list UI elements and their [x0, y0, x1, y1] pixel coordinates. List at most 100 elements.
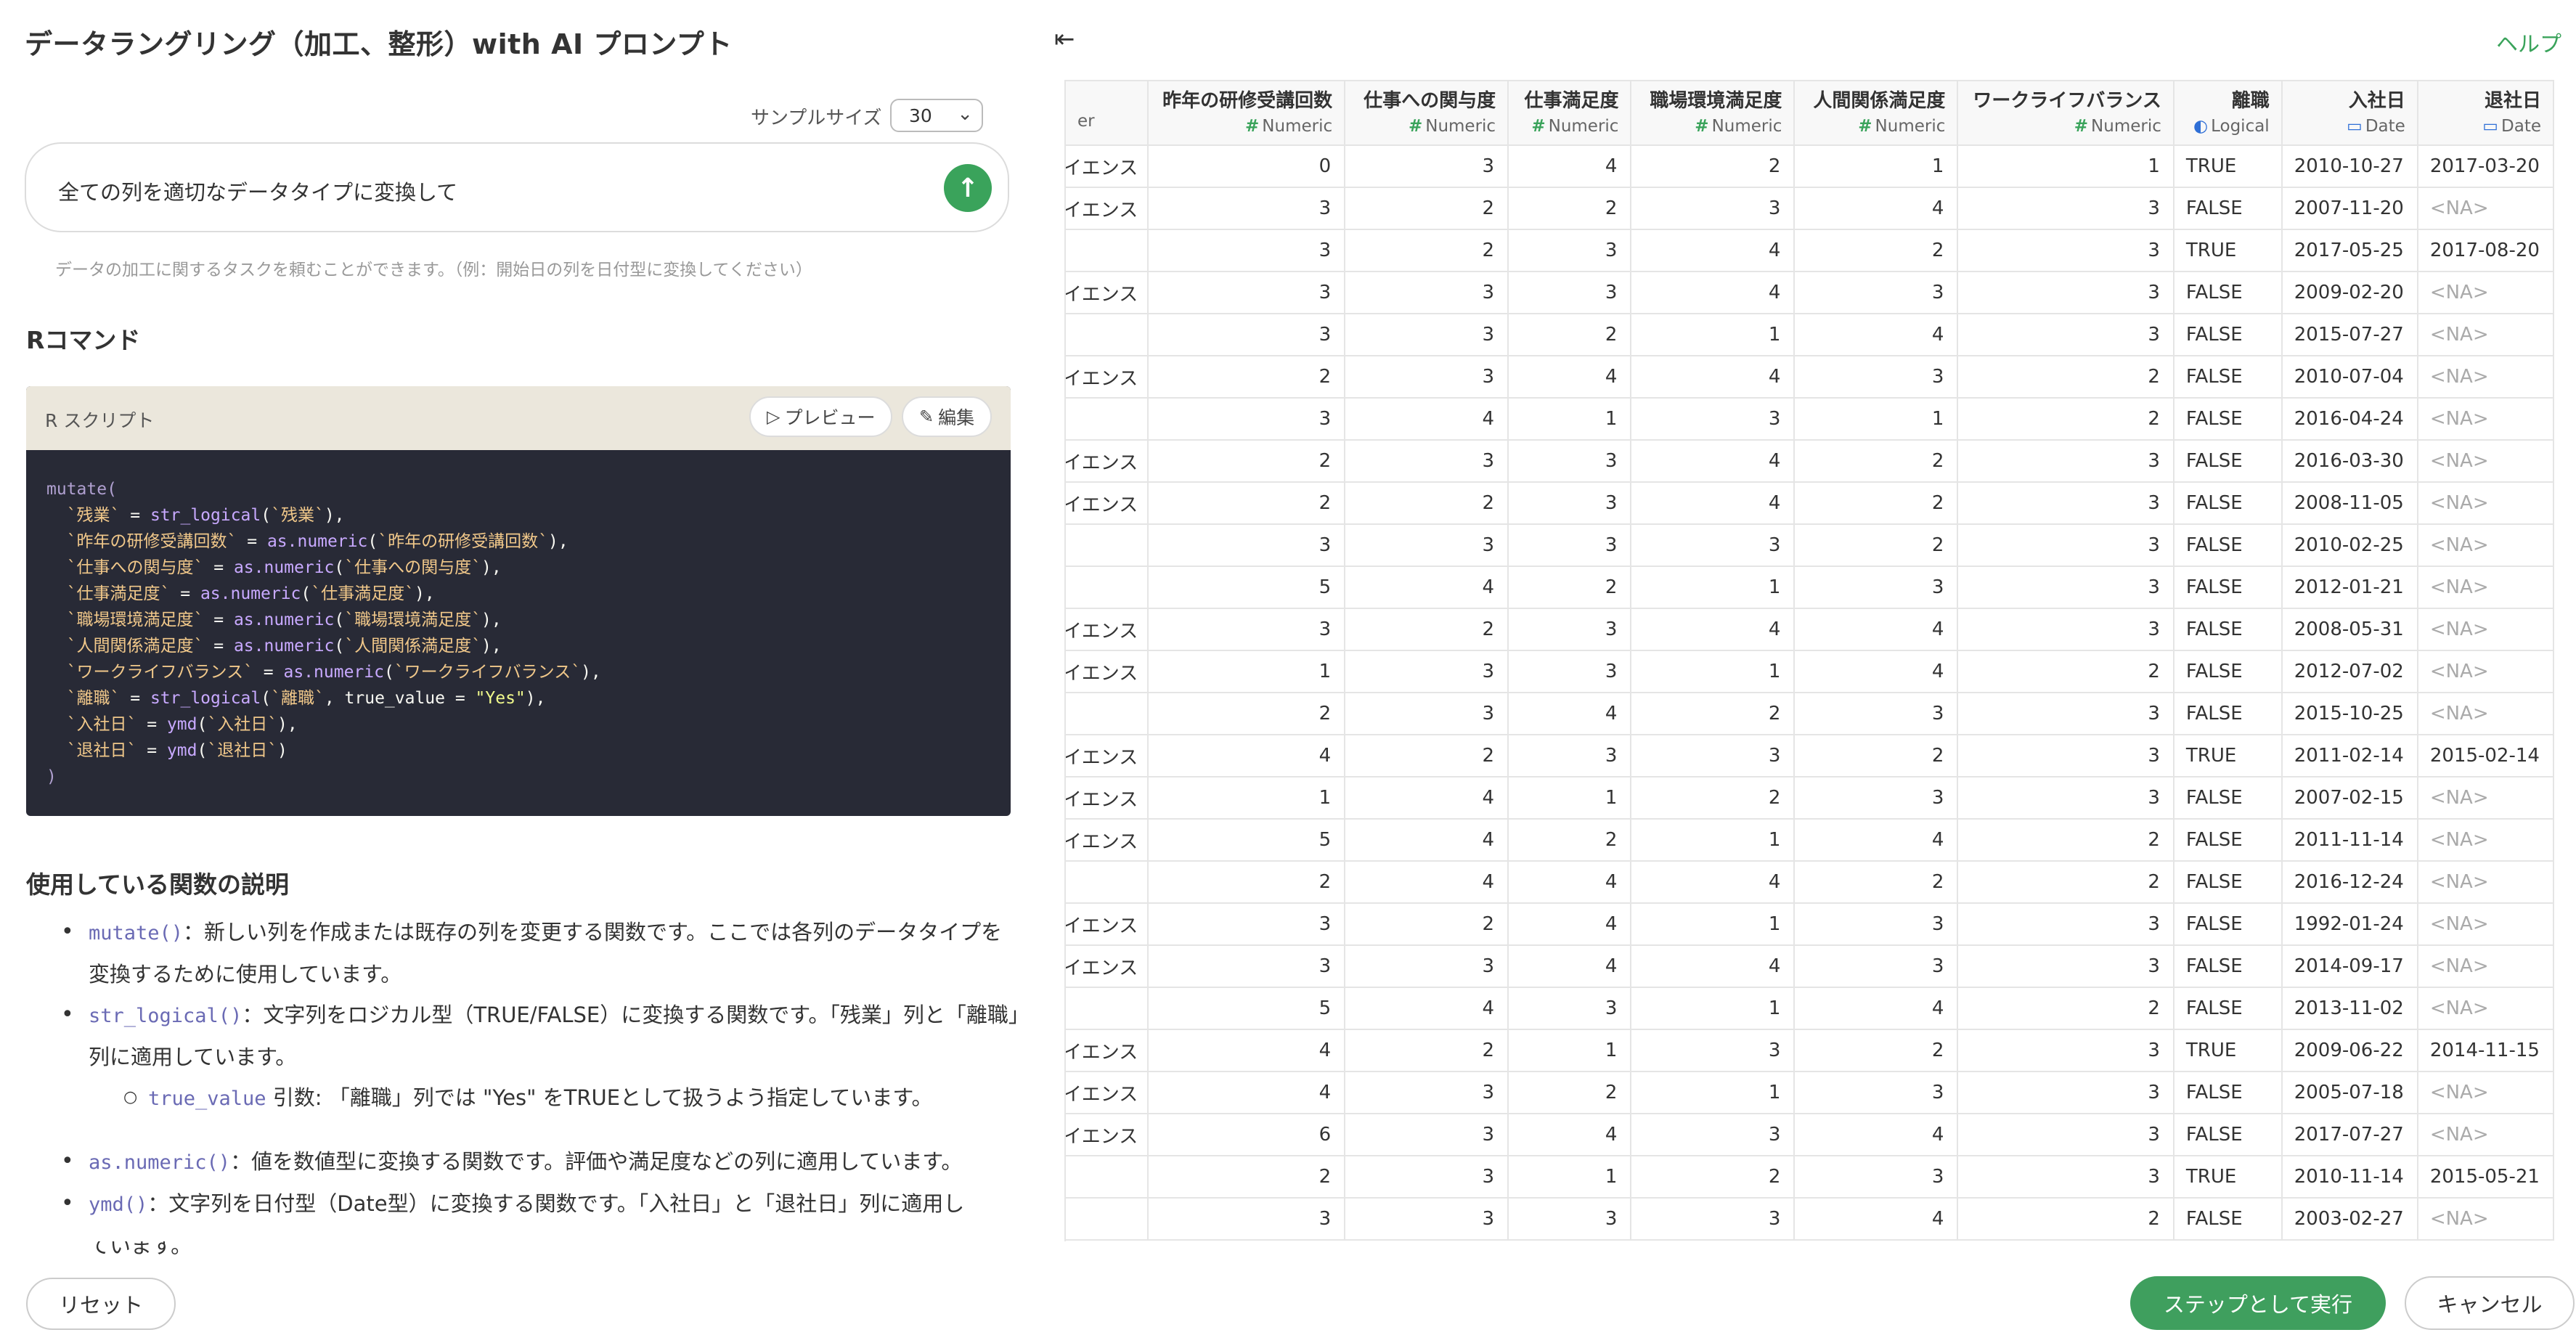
preview-button[interactable]: ▷ プレビュー: [749, 396, 893, 437]
send-button[interactable]: ↑: [944, 164, 992, 212]
collapse-left-icon[interactable]: ⇤: [1054, 25, 1075, 54]
table-cell: FALSE: [2173, 987, 2283, 1030]
code-line: `仕事満足度` = as.numeric(`仕事満足度`),: [46, 584, 435, 603]
column-header[interactable]: 仕事満足度 # Numeric: [1508, 81, 1632, 146]
arrow-up-icon: ↑: [956, 173, 979, 203]
prompt-text: 全ての列を適切なデータタイプに変換して: [58, 180, 458, 205]
column-header[interactable]: 人間関係満足度 # Numeric: [1794, 81, 1959, 146]
column-header[interactable]: ワークライフバランス # Numeric: [1957, 81, 2174, 146]
code-line: `昨年の研修受講回数` = as.numeric(`昨年の研修受講回数`),: [46, 532, 568, 551]
table-cell: 3: [1345, 945, 1509, 988]
table-row: イエンス 3 2 4 1 3 3 FALSE 1992-01-24 <NA>: [1066, 903, 2554, 946]
column-header[interactable]: er: [1066, 81, 1149, 146]
table-cell: <NA>: [2417, 693, 2554, 735]
column-header[interactable]: 離職 ◐ Logical: [2173, 81, 2283, 146]
table-cell: 4: [1794, 819, 1959, 862]
data-grid[interactable]: er 昨年の研修受講回数 # Numeric 仕事への関与度 # Numeric 仕事満足度 #…: [1064, 80, 2554, 1241]
table-cell: 4: [1508, 1114, 1632, 1156]
table-row: 3 3 2 1 4 3 FALSE 2015-07-27 <NA>: [1066, 314, 2554, 356]
table-cell: 3: [1345, 693, 1509, 735]
table-cell: FALSE: [2173, 1198, 2283, 1241]
table-cell: 3: [1794, 1156, 1959, 1199]
table-cell: 3: [1345, 1071, 1509, 1114]
table-cell: <NA>: [2417, 903, 2554, 946]
code-line: `職場環境満足度` = as.numeric(`職場環境満足度`),: [46, 611, 502, 629]
column-header[interactable]: 仕事への関与度 # Numeric: [1345, 81, 1509, 146]
column-header[interactable]: 職場環境満足度 # Numeric: [1631, 81, 1796, 146]
table-cell: 2010-07-04: [2281, 356, 2418, 399]
function-descriptions: mutate()：新しい列を作成または既存の列を変更する関数です。ここでは各列の…: [61, 912, 1019, 1266]
table-cell: 3: [1345, 1156, 1509, 1199]
table-cell: 2012-01-21: [2281, 566, 2418, 609]
r-script-label: R スクリプト: [45, 410, 155, 431]
table-cell: 1: [1631, 566, 1796, 609]
table-cell: 3: [1631, 187, 1796, 230]
table-cell: 3: [1794, 693, 1959, 735]
column-header[interactable]: 昨年の研修受講回数 # Numeric: [1147, 81, 1346, 146]
table-cell: 3: [1147, 314, 1346, 356]
table-cell: <NA>: [2417, 440, 2554, 483]
table-cell: TRUE: [2173, 1156, 2283, 1199]
table-cell: 2: [1345, 1029, 1509, 1072]
table-cell: 3: [1631, 1198, 1796, 1241]
table-cell: 2007-11-20: [2281, 187, 2418, 230]
table-cell: 4: [1345, 861, 1509, 904]
table-cell: 2008-11-05: [2281, 482, 2418, 525]
table-cell: 3: [1957, 777, 2174, 820]
table-cell: TRUE: [2173, 145, 2283, 188]
column-header[interactable]: 入社日 ▭ Date: [2281, 81, 2418, 146]
table-cell: 2: [1345, 482, 1509, 525]
table-cell: 3: [1957, 1029, 2174, 1072]
table-cell: 3: [1345, 1114, 1509, 1156]
table-cell: 1: [1508, 1029, 1632, 1072]
table-cell: FALSE: [2173, 903, 2283, 946]
table-cell: 3: [1345, 650, 1509, 693]
table-cell: 3: [1345, 272, 1509, 314]
table-row: 3 3 3 3 4 2 FALSE 2003-02-27 <NA>: [1066, 1198, 2554, 1241]
edit-button[interactable]: ✎ 編集: [902, 396, 993, 437]
table-row: 2 4 4 4 2 2 FALSE 2016-12-24 <NA>: [1066, 861, 2554, 904]
help-link[interactable]: ヘルプ: [2496, 26, 2561, 58]
table-cell: 4: [1631, 861, 1796, 904]
numeric-icon: #: [1531, 117, 1546, 136]
table-cell: 2: [1508, 314, 1632, 356]
column-name: ワークライフバランス: [1973, 90, 2161, 112]
table-row: 3 3 3 3 2 3 FALSE 2010-02-25 <NA>: [1066, 524, 2554, 567]
table-cell: 1: [1957, 145, 2174, 188]
column-header[interactable]: 退社日 ▭ Date: [2417, 81, 2554, 146]
reset-button[interactable]: リセット: [26, 1278, 176, 1330]
table-cell: 4: [1794, 1198, 1959, 1241]
table-cell: 4: [1794, 650, 1959, 693]
table-cell: TRUE: [2173, 735, 2283, 777]
calendar-icon: ▭: [2347, 117, 2363, 136]
code-line: mutate(: [46, 480, 117, 499]
table-cell: FALSE: [2173, 440, 2283, 483]
table-cell: FALSE: [2173, 482, 2283, 525]
table-cell: イエンス: [1066, 440, 1149, 483]
table-cell: 2: [1631, 693, 1796, 735]
table-cell: 4: [1345, 398, 1509, 441]
table-cell: 3: [1631, 1029, 1796, 1072]
table-row: イエンス 1 4 1 2 3 3 FALSE 2007-02-15 <NA>: [1066, 777, 2554, 820]
table-cell: 2: [1345, 903, 1509, 946]
sample-size-select[interactable]: 30 ⌄: [890, 99, 983, 132]
table-cell: <NA>: [2417, 945, 2554, 988]
table-cell: 2016-04-24: [2281, 398, 2418, 441]
table-cell: 3: [1508, 229, 1632, 272]
table-row: イエンス 5 4 2 1 4 2 FALSE 2011-11-14 <NA>: [1066, 819, 2554, 862]
table-cell: FALSE: [2173, 314, 2283, 356]
column-name: 人間関係満足度: [1813, 90, 1946, 112]
table-cell: 3: [1147, 903, 1346, 946]
run-as-step-button[interactable]: ステップとして実行: [2130, 1276, 2386, 1330]
table-row: 2 3 1 2 3 3 TRUE 2010-11-14 2015-05-21: [1066, 1156, 2554, 1199]
table-cell: <NA>: [2417, 1071, 2554, 1114]
table-cell: 3: [1631, 398, 1796, 441]
table-cell: 2009-02-20: [2281, 272, 2418, 314]
cancel-button[interactable]: キャンセル: [2405, 1276, 2575, 1330]
code-line: `退社日` = ymd(`退社日`): [46, 741, 288, 760]
table-cell: 3: [1957, 903, 2174, 946]
prompt-input[interactable]: 全ての列を適切なデータタイプに変換して ↑: [25, 142, 1009, 232]
code-line: `ワークライフバランス` = as.numeric(`ワークライフバランス`),: [46, 663, 601, 682]
table-cell: 4: [1345, 566, 1509, 609]
table-cell: 2: [1794, 735, 1959, 777]
